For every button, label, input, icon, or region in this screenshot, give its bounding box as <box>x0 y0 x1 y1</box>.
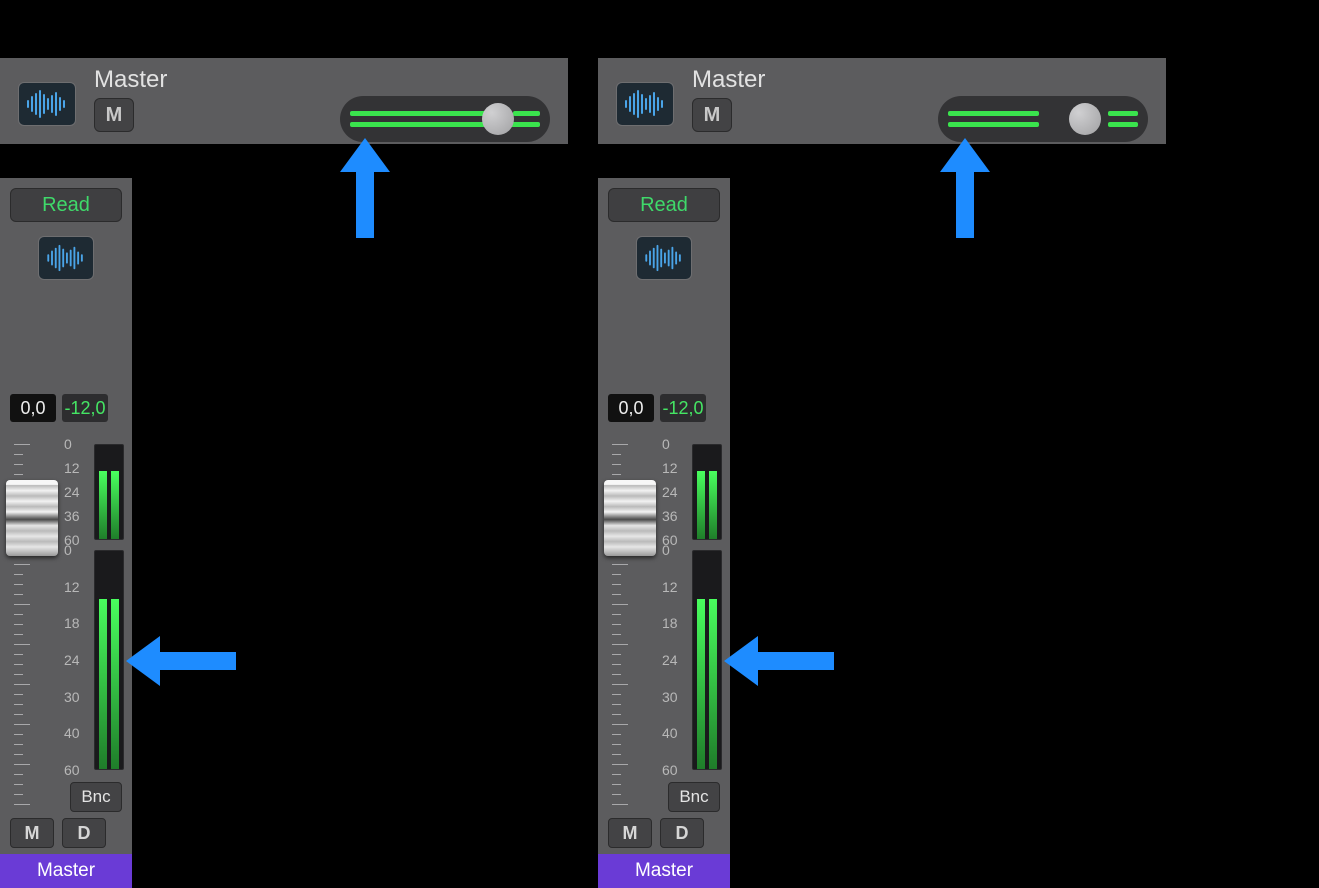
channel-strip-right: Read 0,0 -12,0 0122436600121824304060 Bn… <box>598 178 730 888</box>
channel-label[interactable]: Master <box>598 854 730 888</box>
bounce-button[interactable]: Bnc <box>70 782 122 812</box>
volume-slider-thumb[interactable] <box>482 103 514 135</box>
callout-arrow-left-icon <box>126 636 236 686</box>
dim-button[interactable]: D <box>62 818 106 848</box>
fader-level-value[interactable]: 0,0 <box>10 394 56 422</box>
callout-arrow-left-icon <box>724 636 834 686</box>
audio-waveform-icon <box>18 82 76 126</box>
callout-arrow-up-icon <box>940 138 990 238</box>
automation-read-button[interactable]: Read <box>608 188 720 222</box>
volume-slider-horizontal[interactable] <box>938 96 1148 142</box>
audio-waveform-icon[interactable] <box>38 236 94 280</box>
level-readout: 0,0 -12,0 <box>608 394 706 422</box>
channel-label[interactable]: Master <box>0 854 132 888</box>
mute-button[interactable]: M <box>94 98 134 132</box>
mute-button[interactable]: M <box>608 818 652 848</box>
callout-arrow-up-icon <box>340 138 390 238</box>
master-track-header-right: Master M <box>598 58 1166 144</box>
audio-waveform-icon[interactable] <box>636 236 692 280</box>
fader-level-value[interactable]: 0,0 <box>608 394 654 422</box>
track-title: Master <box>94 66 167 94</box>
bounce-button[interactable]: Bnc <box>668 782 720 812</box>
fader-cap[interactable] <box>6 480 58 556</box>
channel-strip-left: Read 0,0 -12,0 0122436600121824304060 Bn… <box>0 178 132 888</box>
mute-button[interactable]: M <box>10 818 54 848</box>
level-meter-column: 0122436600121824304060 <box>64 444 124 804</box>
audio-waveform-icon <box>616 82 674 126</box>
volume-slider-horizontal[interactable] <box>340 96 550 142</box>
level-readout: 0,0 -12,0 <box>10 394 108 422</box>
volume-slider-thumb[interactable] <box>1069 103 1101 135</box>
peak-level-value[interactable]: -12,0 <box>660 394 706 422</box>
peak-level-value[interactable]: -12,0 <box>62 394 108 422</box>
track-title: Master <box>692 66 765 94</box>
dim-button[interactable]: D <box>660 818 704 848</box>
automation-read-button[interactable]: Read <box>10 188 122 222</box>
mute-button[interactable]: M <box>692 98 732 132</box>
level-meter-column: 0122436600121824304060 <box>662 444 722 804</box>
fader-cap[interactable] <box>604 480 656 556</box>
master-track-header-left: Master M <box>0 58 568 144</box>
